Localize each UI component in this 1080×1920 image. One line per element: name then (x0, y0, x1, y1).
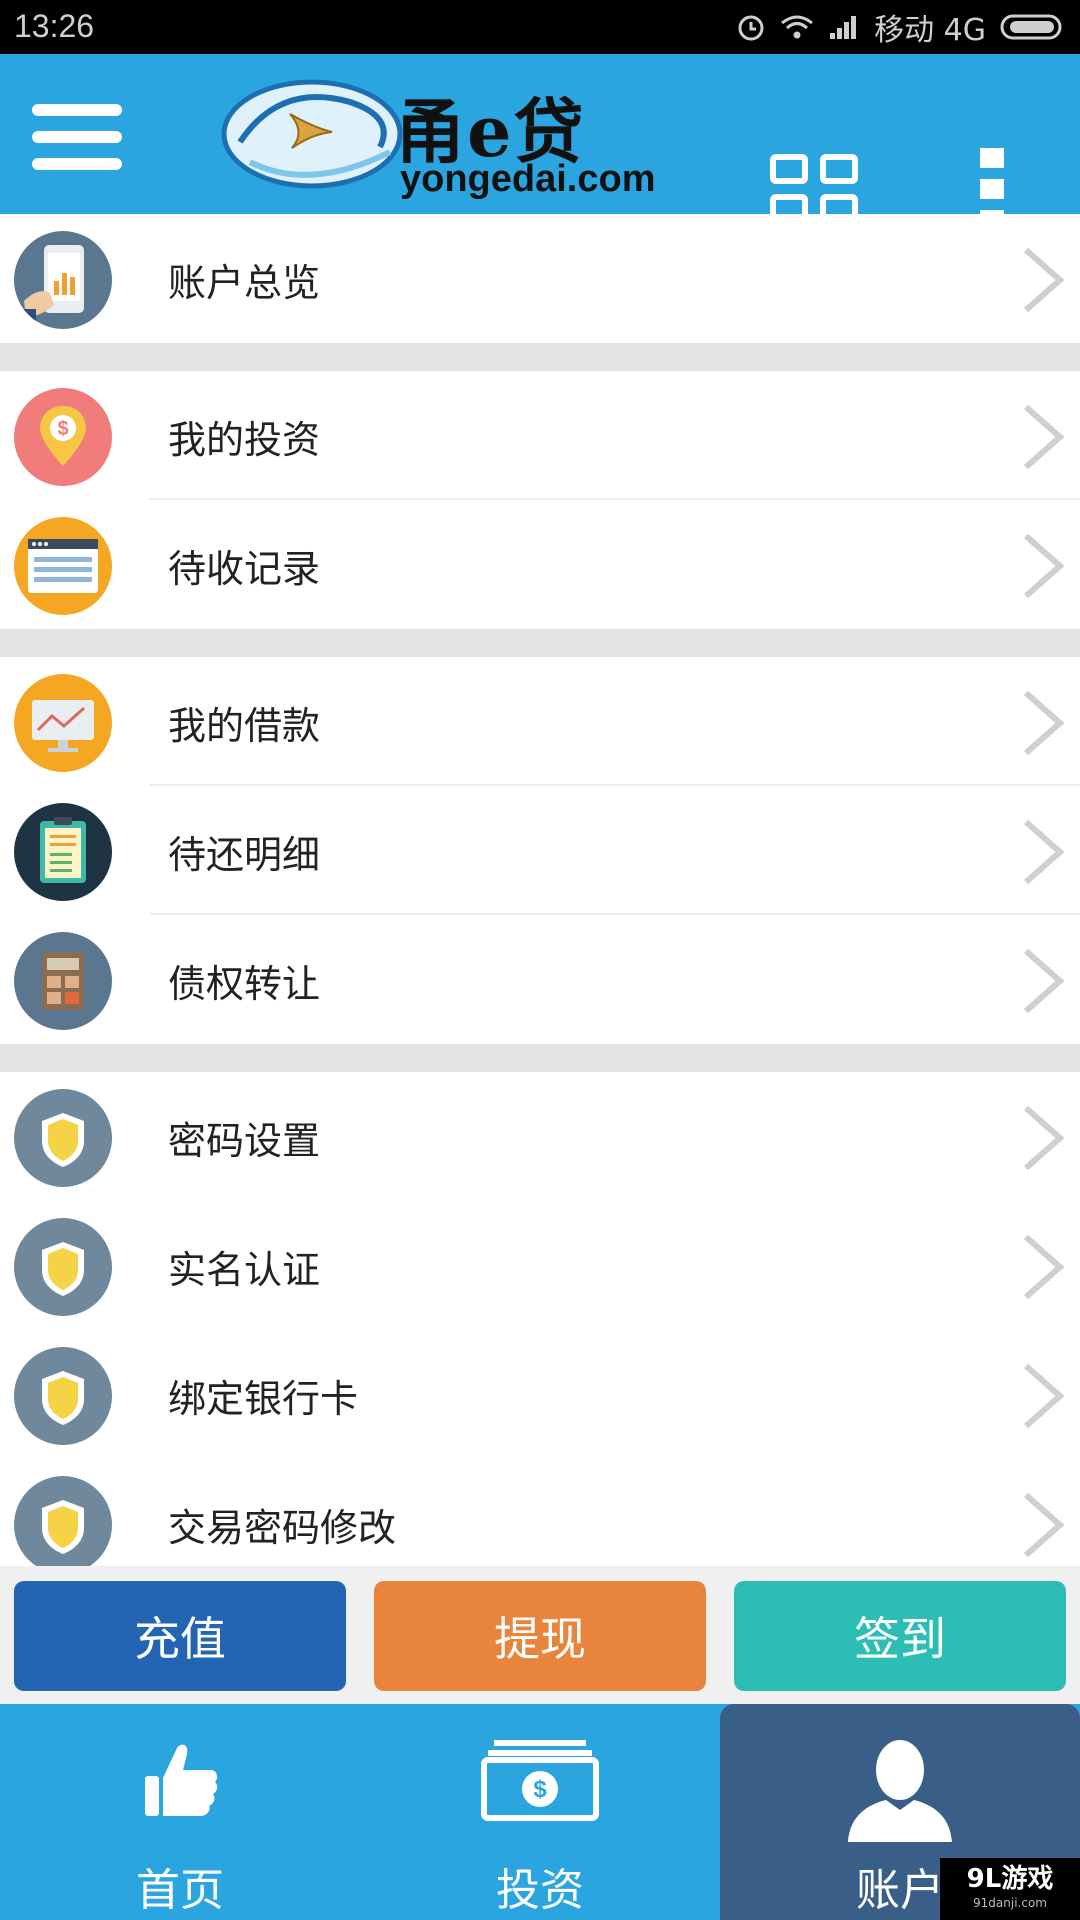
menu-item-debt-transfer[interactable]: 债权转让 (0, 915, 1080, 1044)
recharge-button[interactable]: 充值 (14, 1581, 346, 1691)
menu-item-label: 待还明细 (168, 833, 321, 877)
menu-item-label: 债权转让 (168, 962, 321, 1006)
tab-home[interactable]: 首页 (0, 1704, 360, 1920)
menu-item-label: 交易密码修改 (168, 1506, 397, 1550)
wifi-icon (781, 15, 814, 39)
chevron-right-icon (1024, 819, 1065, 885)
watermark-text: 9L游戏 (966, 1864, 1054, 1894)
menu-item-password-settings[interactable]: 密码设置 (0, 1072, 1080, 1201)
menu-item-account-overview[interactable]: 账户总览 (0, 214, 1080, 343)
menu-item-real-name-auth[interactable]: 实名认证 (0, 1201, 1080, 1330)
action-bar: 充值 提现 签到 (0, 1566, 1080, 1704)
shield-icon (14, 1218, 112, 1316)
shield-icon (14, 1476, 112, 1574)
chevron-right-icon (1024, 1234, 1065, 1300)
app-header: 甬e贷 yongedai.com (0, 54, 1080, 230)
svg-text:$: $ (57, 418, 68, 440)
watermark-url: 91danji.com (973, 1896, 1047, 1910)
chevron-right-icon (1024, 533, 1065, 599)
menu-item-my-loans[interactable]: 我的借款 (0, 657, 1080, 786)
carrier-label: 移动 4G (874, 13, 986, 48)
brand-domain: yongedai.com (400, 158, 656, 200)
app-logo: 甬e贷 yongedai.com (220, 72, 670, 200)
chevron-right-icon (1024, 1105, 1065, 1171)
calculator-icon (14, 932, 112, 1030)
section-divider (0, 629, 1080, 657)
shield-icon (14, 1347, 112, 1445)
browser-window-icon (14, 517, 112, 615)
money-bill-icon: $ (481, 1740, 599, 1821)
phone-chart-icon (14, 231, 112, 329)
menu-item-label: 我的投资 (168, 418, 321, 462)
menu-item-label: 账户总览 (168, 261, 321, 305)
watermark: 9L游戏 91danji.com (940, 1858, 1080, 1920)
shield-icon (14, 1089, 112, 1187)
signal-icon (830, 16, 857, 39)
status-time: 13:26 (14, 8, 95, 44)
menu-item-label: 我的借款 (168, 704, 321, 748)
status-bar: 13:26 移动 4G (0, 0, 1080, 54)
menu-item-my-investment[interactable]: $ 我的投资 (0, 371, 1080, 500)
chevron-right-icon (1024, 1363, 1065, 1429)
menu-item-pending-receipts[interactable]: 待收记录 (0, 500, 1080, 629)
battery-icon (1000, 14, 1062, 40)
account-menu-list: 账户总览 $ 我的投资 待收记录 我的借款 待还明细 债权转让 密码设置 实名认… (0, 214, 1080, 1588)
chevron-right-icon (1024, 247, 1065, 313)
menu-item-label: 绑定银行卡 (168, 1377, 359, 1421)
section-divider (0, 1044, 1080, 1072)
menu-item-bind-bank-card[interactable]: 绑定银行卡 (0, 1330, 1080, 1459)
chevron-right-icon (1024, 404, 1065, 470)
tab-label: 投资 (496, 1865, 584, 1916)
menu-item-label: 密码设置 (168, 1119, 321, 1163)
bottom-nav: 首页 $ 投资 账户 9L游戏 91danji.com (0, 1704, 1080, 1920)
location-dollar-icon: $ (14, 388, 112, 486)
tab-invest[interactable]: $ 投资 (360, 1704, 720, 1920)
status-icons: 移动 4G (736, 6, 1066, 48)
checkin-button[interactable]: 签到 (734, 1581, 1066, 1691)
user-icon (848, 1740, 952, 1842)
monitor-chart-icon (14, 674, 112, 772)
thumbs-up-icon (145, 1744, 218, 1816)
menu-item-label: 实名认证 (168, 1248, 321, 1292)
section-divider (0, 343, 1080, 371)
tab-label: 首页 (136, 1865, 224, 1916)
clipboard-icon (14, 803, 112, 901)
alarm-icon (738, 15, 764, 41)
chevron-right-icon (1024, 948, 1065, 1014)
chevron-right-icon (1024, 690, 1065, 756)
menu-icon[interactable] (32, 104, 122, 172)
chevron-right-icon (1024, 1492, 1065, 1558)
menu-item-repayment-details[interactable]: 待还明细 (0, 786, 1080, 915)
logo-swirl-icon (221, 79, 403, 189)
svg-text:$: $ (533, 1776, 547, 1803)
withdraw-button[interactable]: 提现 (374, 1581, 706, 1691)
menu-item-label: 待收记录 (168, 547, 321, 591)
